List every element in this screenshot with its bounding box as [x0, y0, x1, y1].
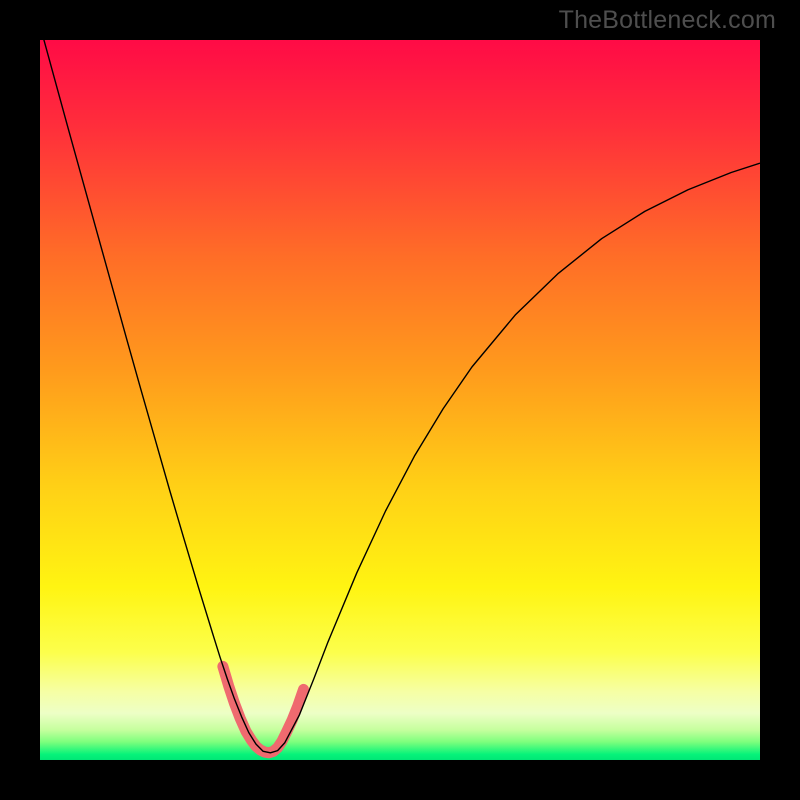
chart-frame: TheBottleneck.com — [0, 0, 800, 800]
bottleneck-curve — [40, 40, 760, 753]
watermark-text: TheBottleneck.com — [559, 6, 776, 35]
curve-layer — [40, 40, 760, 760]
optimal-band-marker — [223, 666, 304, 752]
plot-area — [40, 40, 760, 760]
